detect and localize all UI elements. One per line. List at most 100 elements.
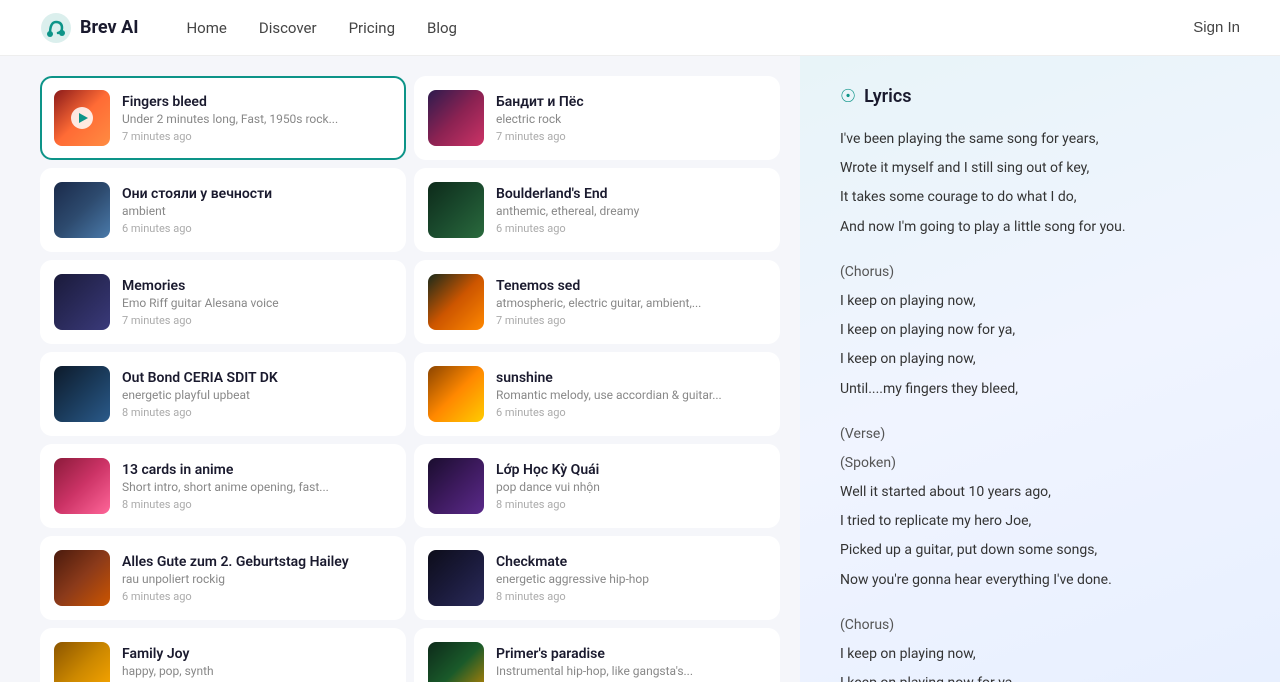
song-title: Они стояли у вечности (122, 186, 392, 202)
lyrics-line: Until....my fingers they bleed, (840, 377, 1240, 402)
lyrics-line: I keep on playing now, (840, 347, 1240, 372)
song-desc: electric rock (496, 112, 766, 126)
logo-text: Brev AI (80, 17, 138, 38)
lyrics-line: I keep on playing now for ya, (840, 671, 1240, 682)
lyrics-line: I keep on playing now, (840, 289, 1240, 314)
song-time: 6 minutes ago (122, 222, 392, 235)
song-info: Primer's paradise Instrumental hip-hop, … (496, 646, 766, 682)
song-card-fingers-bleed[interactable]: Fingers bleed Under 2 minutes long, Fast… (40, 76, 406, 160)
song-info: Checkmate energetic aggressive hip-hop 8… (496, 554, 766, 603)
song-info: Tenemos sed atmospheric, electric guitar… (496, 278, 766, 327)
song-card-boulder[interactable]: Boulderland's End anthemic, ethereal, dr… (414, 168, 780, 252)
nav-pricing[interactable]: Pricing (349, 19, 395, 37)
song-card-bandit[interactable]: Бандит и Пёс electric rock 7 minutes ago (414, 76, 780, 160)
lyrics-label: (Chorus) (840, 260, 1240, 285)
nav-links: Home Discover Pricing Blog (186, 19, 1193, 37)
song-info: Family Joy happy, pop, synth 7 minutes a… (122, 646, 392, 682)
song-desc: ambient (122, 204, 392, 218)
song-thumb (54, 274, 110, 330)
song-desc: anthemic, ethereal, dreamy (496, 204, 766, 218)
song-card-checkmate[interactable]: Checkmate energetic aggressive hip-hop 8… (414, 536, 780, 620)
song-card-family[interactable]: Family Joy happy, pop, synth 7 minutes a… (40, 628, 406, 682)
song-info: Бандит и Пёс electric rock 7 minutes ago (496, 94, 766, 143)
song-info: 13 cards in anime Short intro, short ani… (122, 462, 392, 511)
song-title: Alles Gute zum 2. Geburtstag Hailey (122, 554, 392, 570)
song-thumb (54, 458, 110, 514)
play-overlay (71, 107, 93, 129)
song-time: 7 minutes ago (122, 314, 392, 327)
lyrics-header: ☉ Lyrics (840, 86, 1240, 107)
nav-blog[interactable]: Blog (427, 19, 457, 37)
song-title: Lớp Học Kỳ Quái (496, 462, 766, 478)
lyrics-line: Well it started about 10 years ago, (840, 480, 1240, 505)
lyrics-line: Wrote it myself and I still sing out of … (840, 156, 1240, 181)
song-title: Family Joy (122, 646, 392, 662)
song-card-tenemos[interactable]: Tenemos sed atmospheric, electric guitar… (414, 260, 780, 344)
song-time: 6 minutes ago (122, 590, 392, 603)
navbar: Brev AI Home Discover Pricing Blog Sign … (0, 0, 1280, 56)
song-thumb (54, 90, 110, 146)
logo[interactable]: Brev AI (40, 12, 138, 44)
song-info: sunshine Romantic melody, use accordian … (496, 370, 766, 419)
lyrics-icon: ☉ (840, 86, 856, 107)
song-thumb (428, 458, 484, 514)
song-time: 8 minutes ago (122, 406, 392, 419)
lyrics-line: I keep on playing now for ya, (840, 318, 1240, 343)
song-thumb (428, 90, 484, 146)
lyrics-title: Lyrics (864, 86, 911, 107)
lyrics-label: (Spoken) (840, 451, 1240, 476)
song-card-alles[interactable]: Alles Gute zum 2. Geburtstag Hailey rau … (40, 536, 406, 620)
lyrics-line: Picked up a guitar, put down some songs, (840, 538, 1240, 563)
song-title: Memories (122, 278, 392, 294)
lyrics-line: I tried to replicate my hero Joe, (840, 509, 1240, 534)
lyrics-line: Now you're gonna hear everything I've do… (840, 568, 1240, 593)
lyrics-content: I've been playing the same song for year… (840, 127, 1240, 682)
song-card-memories[interactable]: Memories Emo Riff guitar Alesana voice 7… (40, 260, 406, 344)
song-thumb (54, 642, 110, 682)
song-card-lop[interactable]: Lớp Học Kỳ Quái pop dance vui nhộn 8 min… (414, 444, 780, 528)
lyrics-line: And now I'm going to play a little song … (840, 215, 1240, 240)
song-time: 8 minutes ago (496, 498, 766, 511)
song-title: Бандит и Пёс (496, 94, 766, 110)
song-thumb (54, 366, 110, 422)
song-time: 7 minutes ago (496, 130, 766, 143)
nav-discover[interactable]: Discover (259, 19, 317, 37)
song-time: 6 minutes ago (496, 222, 766, 235)
play-icon (79, 113, 88, 123)
song-desc: Under 2 minutes long, Fast, 1950s rock..… (122, 112, 392, 126)
song-desc: pop dance vui nhộn (496, 480, 766, 494)
song-time: 7 minutes ago (496, 314, 766, 327)
song-thumb (428, 642, 484, 682)
lyrics-panel: ☉ Lyrics I've been playing the same song… (800, 56, 1280, 682)
song-desc: rau unpoliert rockig (122, 572, 392, 586)
lyrics-line: I've been playing the same song for year… (840, 127, 1240, 152)
song-desc: Short intro, short anime opening, fast..… (122, 480, 392, 494)
song-time: 7 minutes ago (122, 130, 392, 143)
song-desc: energetic playful upbeat (122, 388, 392, 402)
song-info: Boulderland's End anthemic, ethereal, dr… (496, 186, 766, 235)
logo-icon (40, 12, 72, 44)
song-card-outbond[interactable]: Out Bond CERIA SDIT DK energetic playful… (40, 352, 406, 436)
song-desc: energetic aggressive hip-hop (496, 572, 766, 586)
signin-button[interactable]: Sign In (1193, 19, 1240, 36)
song-card-sunshine[interactable]: sunshine Romantic melody, use accordian … (414, 352, 780, 436)
song-time: 8 minutes ago (122, 498, 392, 511)
nav-home[interactable]: Home (186, 19, 226, 37)
song-desc: atmospheric, electric guitar, ambient,..… (496, 296, 766, 310)
song-thumb (428, 182, 484, 238)
lyrics-label: (Verse) (840, 422, 1240, 447)
lyrics-line: I keep on playing now, (840, 642, 1240, 667)
song-desc: Romantic melody, use accordian & guitar.… (496, 388, 766, 402)
song-card-primer[interactable]: Primer's paradise Instrumental hip-hop, … (414, 628, 780, 682)
song-thumb (428, 550, 484, 606)
song-title: sunshine (496, 370, 766, 386)
song-card-oni[interactable]: Они стояли у вечности ambient 6 minutes … (40, 168, 406, 252)
song-title: Out Bond CERIA SDIT DK (122, 370, 392, 386)
song-card-cards[interactable]: 13 cards in anime Short intro, short ani… (40, 444, 406, 528)
song-thumb (54, 182, 110, 238)
song-title: 13 cards in anime (122, 462, 392, 478)
song-info: Out Bond CERIA SDIT DK energetic playful… (122, 370, 392, 419)
lyrics-line: It takes some courage to do what I do, (840, 185, 1240, 210)
song-time: 8 minutes ago (496, 590, 766, 603)
main-content: Fingers bleed Under 2 minutes long, Fast… (0, 56, 1280, 682)
